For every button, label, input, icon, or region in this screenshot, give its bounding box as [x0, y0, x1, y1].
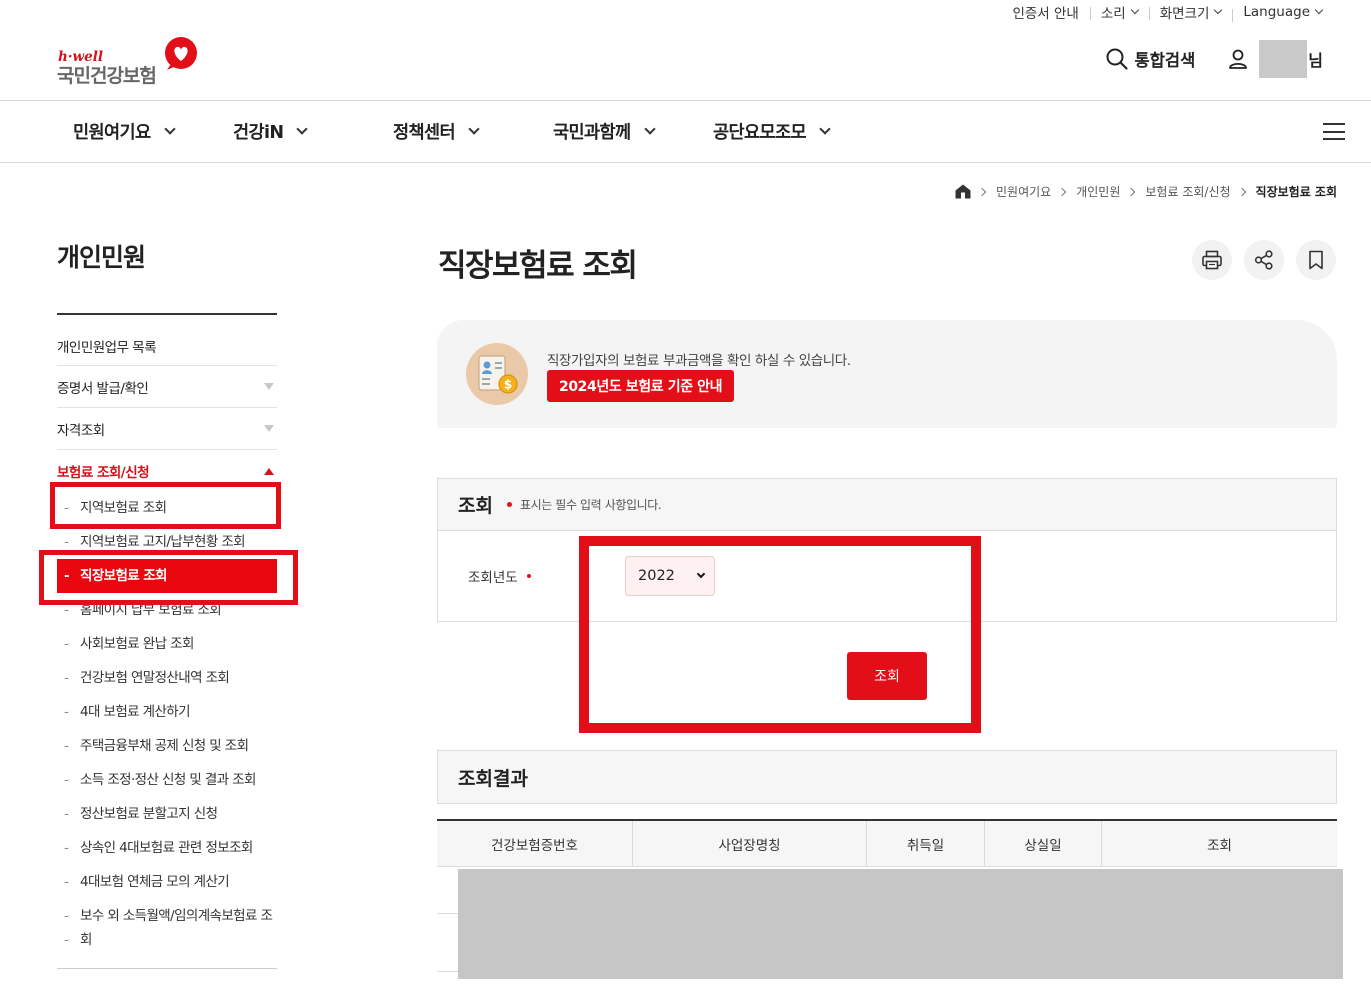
- table-header: 건강보험증번호 사업장명칭 취득일 상실일 조회: [437, 821, 1337, 867]
- bookmark-button[interactable]: [1296, 240, 1336, 280]
- subnav-item[interactable]: 4대 보험료 계산하기: [57, 700, 277, 724]
- subnav-item[interactable]: 상속인 4대보험료 관련 정보조회: [57, 836, 277, 860]
- home-icon[interactable]: [955, 184, 971, 199]
- chevron-right-icon: [1127, 187, 1136, 196]
- breadcrumb-current: 직장보험료 조회: [1255, 185, 1337, 199]
- page-title: 직장보험료 조회: [438, 248, 638, 284]
- caret-down-icon: [264, 425, 274, 432]
- annotation-box: [50, 482, 281, 529]
- info-description: 직장가입자의 보험료 부과금액을 확인 하실 수 있습니다.: [547, 353, 851, 369]
- heart-logo-icon: [165, 37, 197, 70]
- divider: [57, 968, 277, 969]
- gnb-item-civil[interactable]: 민원여기요: [73, 119, 176, 144]
- column-header: 건강보험증번호: [437, 821, 633, 866]
- annotation-box: [579, 536, 981, 733]
- chevron-down-icon: [643, 122, 656, 135]
- subnav-item[interactable]: 주택금융부채 공제 신청 및 조회: [57, 734, 277, 758]
- logo-name: 국민건강보험: [57, 65, 157, 87]
- chevron-down-icon: [163, 122, 176, 135]
- document-coin-icon: $: [466, 343, 528, 405]
- subnav-item[interactable]: 정산보험료 분할고지 신청: [57, 802, 277, 826]
- site-logo[interactable]: h·well 국민건강보험: [57, 36, 202, 88]
- breadcrumb-item[interactable]: 민원여기요: [996, 183, 1051, 200]
- chevron-down-icon: [819, 122, 831, 135]
- screen-size-menu[interactable]: 화면크기: [1148, 2, 1233, 22]
- info-box: $ 직장가입자의 보험료 부과금액을 확인 하실 수 있습니다. 2024년도 …: [437, 320, 1337, 428]
- subnav-item-continued[interactable]: 회: [57, 928, 277, 952]
- result-table: 건강보험증번호 사업장명칭 취득일 상실일 조회: [437, 819, 1337, 867]
- required-dot-icon: [526, 574, 531, 578]
- sidebar-item-list[interactable]: 개인민원업무 목록: [57, 326, 277, 366]
- print-icon: [1202, 250, 1222, 270]
- certificate-guide-link[interactable]: 인증서 안내: [1001, 2, 1089, 22]
- side-nav: 개인민원업무 목록 증명서 발급/확인 자격조회 보험료 조회/신청: [57, 326, 277, 492]
- menu-icon[interactable]: [1323, 123, 1345, 140]
- user-suffix: 님: [1308, 51, 1323, 70]
- chevron-down-icon: [1214, 5, 1223, 15]
- premium-guide-button[interactable]: 2024년도 보험료 기준 안내: [547, 370, 735, 402]
- share-button[interactable]: [1244, 240, 1284, 280]
- integrated-search-button[interactable]: 통합검색: [1105, 47, 1195, 71]
- column-header: 조회: [1207, 837, 1232, 854]
- search-icon: [1106, 48, 1128, 70]
- required-note: 표시는 필수 입력 사항입니다.: [506, 496, 662, 513]
- caret-down-icon: [264, 383, 274, 390]
- gnb-item-together[interactable]: 국민과함께: [553, 119, 656, 144]
- gnb-item-health[interactable]: 건강iN: [233, 119, 309, 144]
- utility-bar: 인증서 안내 소리 화면크기 Language: [1001, 0, 1333, 24]
- chevron-down-icon: [296, 122, 309, 135]
- subnav-item[interactable]: 소득 조정·정산 신청 및 결과 조회: [57, 768, 277, 792]
- lnb-title: 개인민원: [57, 243, 146, 272]
- subnav-item[interactable]: 4대보험 연체금 모의 계산기: [57, 870, 277, 894]
- language-menu[interactable]: Language: [1232, 4, 1333, 22]
- chevron-right-icon: [1237, 187, 1246, 196]
- column-header: 취득일: [867, 821, 985, 866]
- year-label: 조회년도: [468, 566, 531, 586]
- chevron-down-icon: [1130, 5, 1139, 15]
- breadcrumb: 민원여기요 개인민원 보험료 조회/신청 직장보험료 조회: [955, 183, 1337, 200]
- global-nav: 민원여기요 건강iN 정책센터 국민과함께 공단요모조모: [0, 100, 1371, 163]
- annotation-box: [39, 550, 298, 605]
- breadcrumb-item[interactable]: 보험료 조회/신청: [1145, 183, 1230, 200]
- form-header: 조회 표시는 필수 입력 사항입니다.: [437, 478, 1337, 531]
- header-tools: 통합검색 님: [1105, 40, 1371, 78]
- sound-menu[interactable]: 소리: [1089, 2, 1149, 22]
- column-header: 상실일: [985, 821, 1102, 866]
- print-button[interactable]: [1192, 240, 1232, 280]
- divider: [437, 971, 459, 972]
- chevron-right-icon: [1057, 187, 1067, 196]
- sidebar-item-eligibility[interactable]: 자격조회: [57, 408, 277, 450]
- gnb-item-about[interactable]: 공단요모조모: [713, 119, 831, 144]
- user-icon[interactable]: [1227, 48, 1249, 70]
- column-header: 사업장명칭: [633, 821, 867, 866]
- subnav-item[interactable]: 보수 외 소득월액/임의계속보험료 조: [57, 904, 277, 928]
- redacted-results: [458, 869, 1343, 979]
- chevron-down-icon: [468, 122, 480, 135]
- breadcrumb-item[interactable]: 개인민원: [1076, 183, 1120, 200]
- bookmark-icon: [1309, 250, 1323, 270]
- sidebar-item-certificate[interactable]: 증명서 발급/확인: [57, 366, 277, 408]
- divider: [437, 913, 459, 914]
- gnb-item-policy[interactable]: 정책센터: [393, 119, 480, 144]
- chevron-down-icon: [1314, 5, 1324, 15]
- required-dot-icon: [506, 502, 512, 507]
- subnav-item[interactable]: 건강보험 연말정산내역 조회: [57, 666, 277, 690]
- chevron-right-icon: [977, 187, 987, 196]
- divider: [57, 313, 277, 315]
- svg-text:$: $: [504, 378, 512, 392]
- subnav-item[interactable]: 사회보험료 완납 조회: [57, 632, 277, 656]
- user-name-redacted: [1259, 40, 1308, 78]
- share-icon: [1254, 250, 1273, 270]
- result-heading: 조회결과: [437, 750, 1337, 804]
- caret-up-icon: [264, 467, 274, 475]
- page-tools: [1192, 240, 1336, 280]
- form-heading: 조회: [458, 495, 493, 517]
